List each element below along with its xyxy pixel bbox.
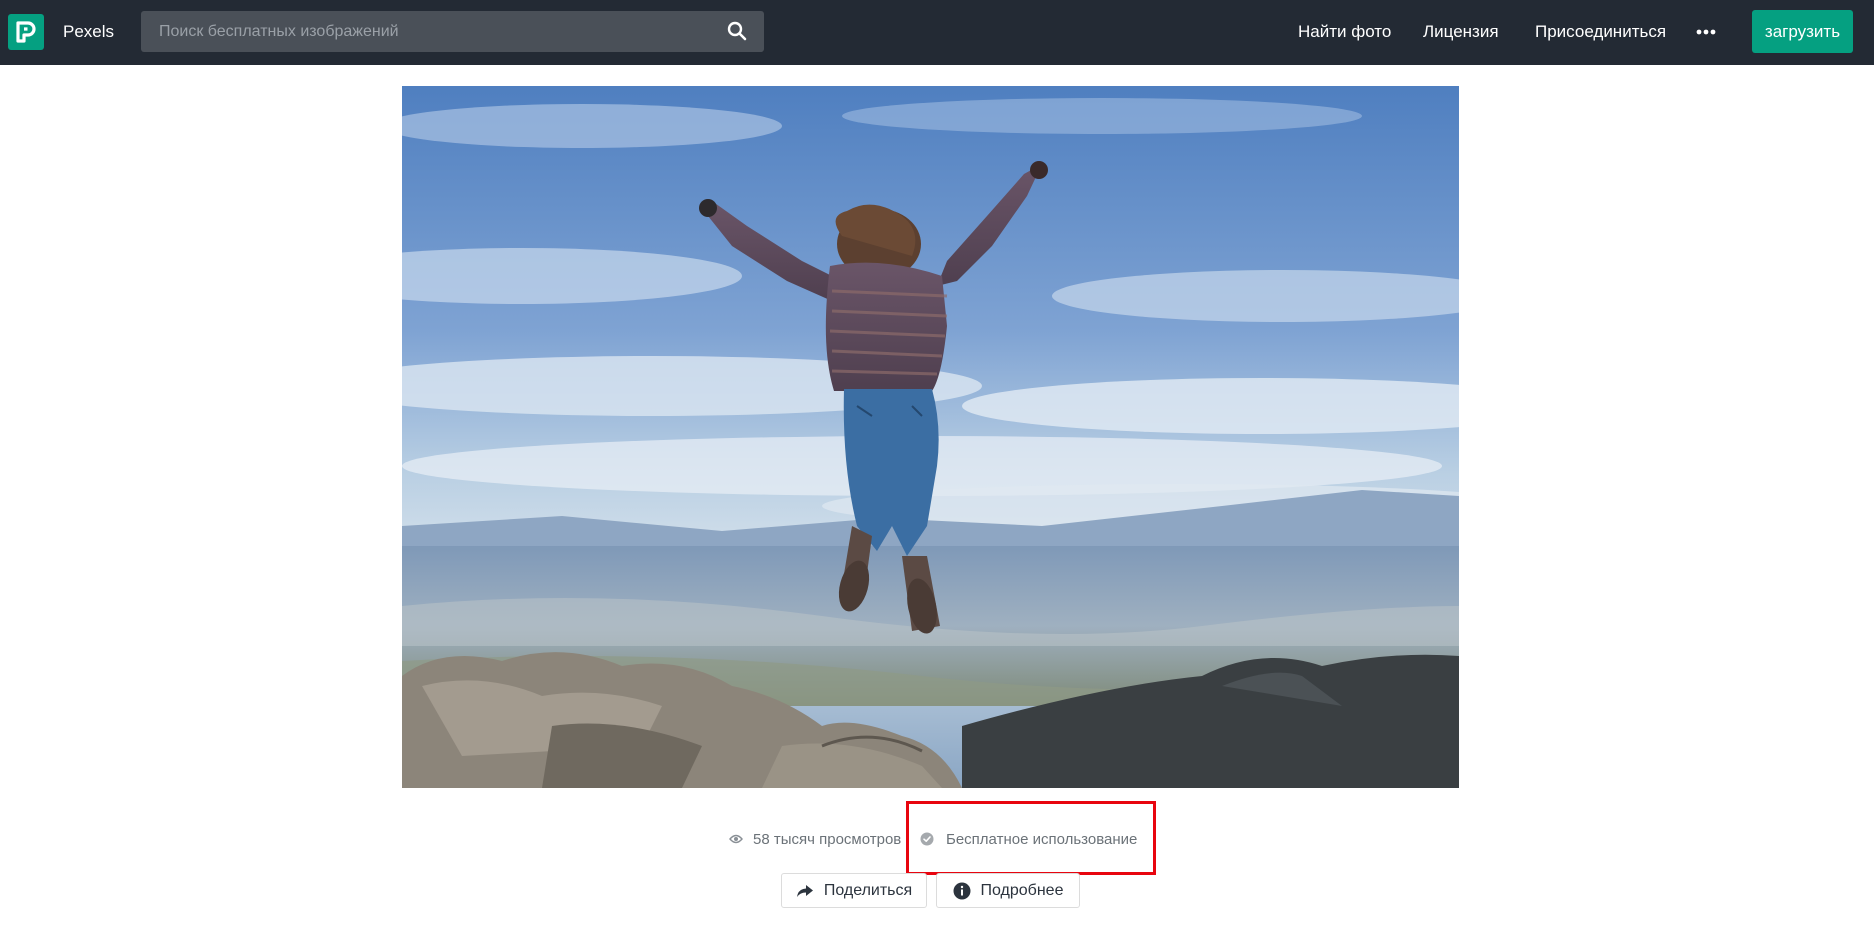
search-input[interactable] xyxy=(159,11,699,52)
nav-find-photos[interactable]: Найти фото xyxy=(1298,22,1391,42)
info-icon xyxy=(953,882,970,899)
info-button[interactable]: Подробнее xyxy=(936,873,1080,908)
highlight-box xyxy=(906,801,1156,875)
nav-license[interactable]: Лицензия xyxy=(1423,22,1499,42)
share-label: Поделиться xyxy=(823,881,913,899)
upload-button[interactable]: загрузить xyxy=(1752,10,1853,53)
brand-name[interactable]: Pexels xyxy=(63,22,114,42)
eye-icon xyxy=(729,834,743,844)
nav-join[interactable]: Присоединиться xyxy=(1535,22,1666,42)
top-navigation-bar: Pexels Найти фото Лицензия Присоединитьс… xyxy=(0,0,1874,65)
search-bar xyxy=(141,11,764,52)
search-icon[interactable] xyxy=(726,20,748,42)
pexels-logo-icon[interactable] xyxy=(8,14,44,50)
views-text: 58 тысяч просмотров xyxy=(753,830,902,848)
main-photo[interactable] xyxy=(402,86,1459,788)
more-dots-icon[interactable] xyxy=(1695,22,1717,42)
info-label: Подробнее xyxy=(980,881,1064,899)
share-button[interactable]: Поделиться xyxy=(781,873,927,908)
views-count: 58 тысяч просмотров xyxy=(729,829,901,849)
share-arrow-icon xyxy=(796,884,813,897)
